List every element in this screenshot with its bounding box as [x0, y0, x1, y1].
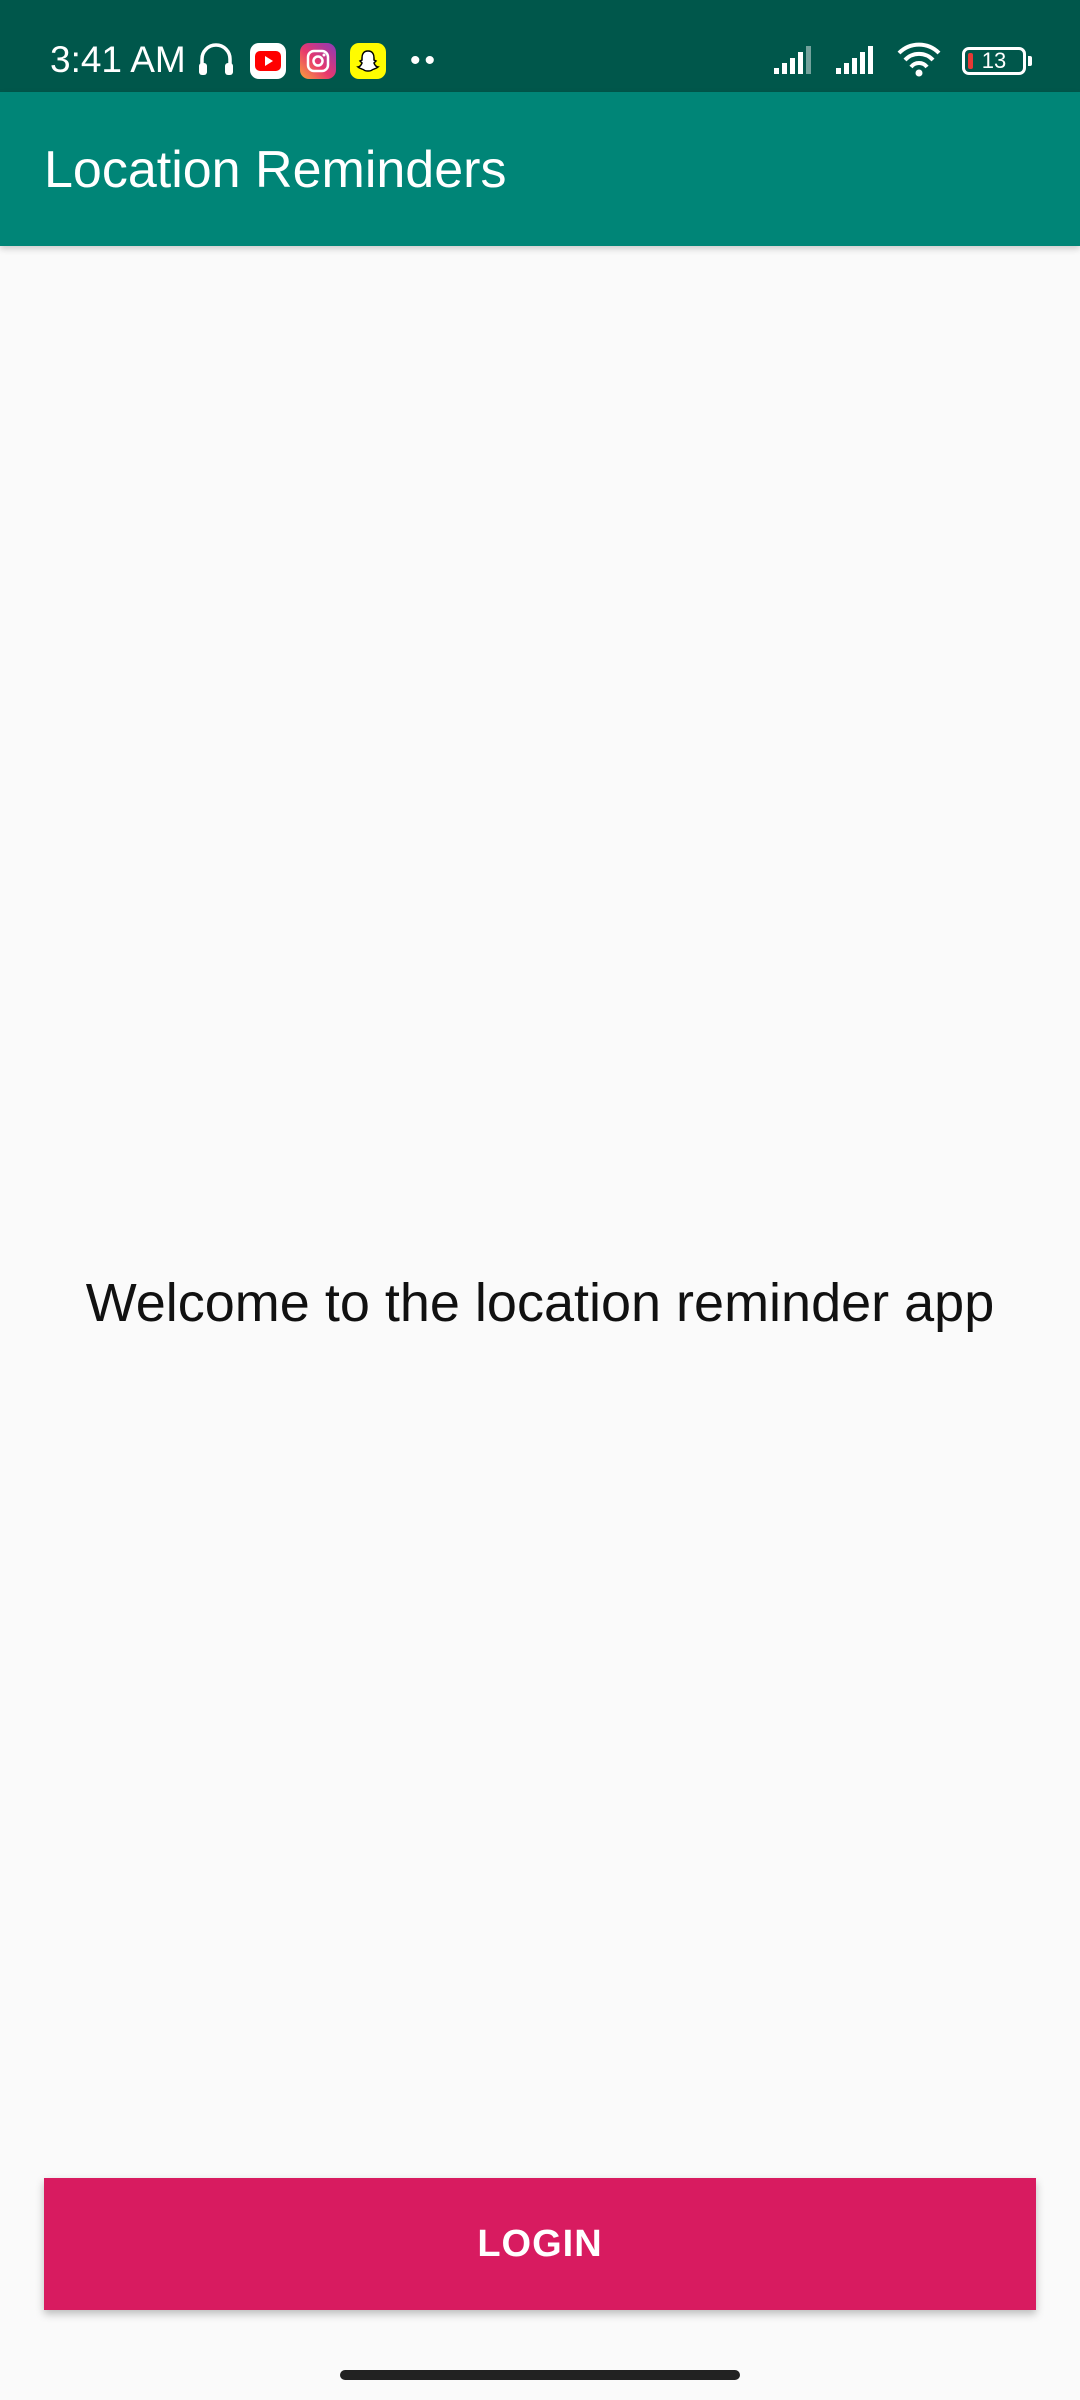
status-notification-icons: •• — [196, 38, 439, 84]
gesture-navigation-handle[interactable] — [340, 2370, 740, 2380]
status-time: 3:41 AM — [50, 39, 186, 80]
signal-icon — [772, 42, 822, 81]
battery-icon: 13 — [962, 47, 1032, 75]
welcome-message: Welcome to the location reminder app — [85, 1273, 995, 1333]
login-button[interactable]: LOGIN — [44, 2178, 1036, 2310]
app-title: Location Reminders — [44, 141, 507, 199]
wifi-icon — [896, 41, 942, 82]
status-system-icons: 13 — [772, 38, 1032, 84]
snapchat-icon — [350, 43, 386, 79]
status-bar: 3:41 AM •• 13 — [0, 0, 1080, 92]
instagram-icon — [300, 43, 336, 79]
app-bar: Location Reminders — [0, 92, 1080, 246]
headset-icon — [196, 39, 236, 84]
youtube-icon — [250, 43, 286, 79]
signal-icon — [834, 42, 884, 81]
more-notifications-icon: •• — [410, 44, 440, 77]
battery-level-text: 13 — [981, 48, 1007, 73]
